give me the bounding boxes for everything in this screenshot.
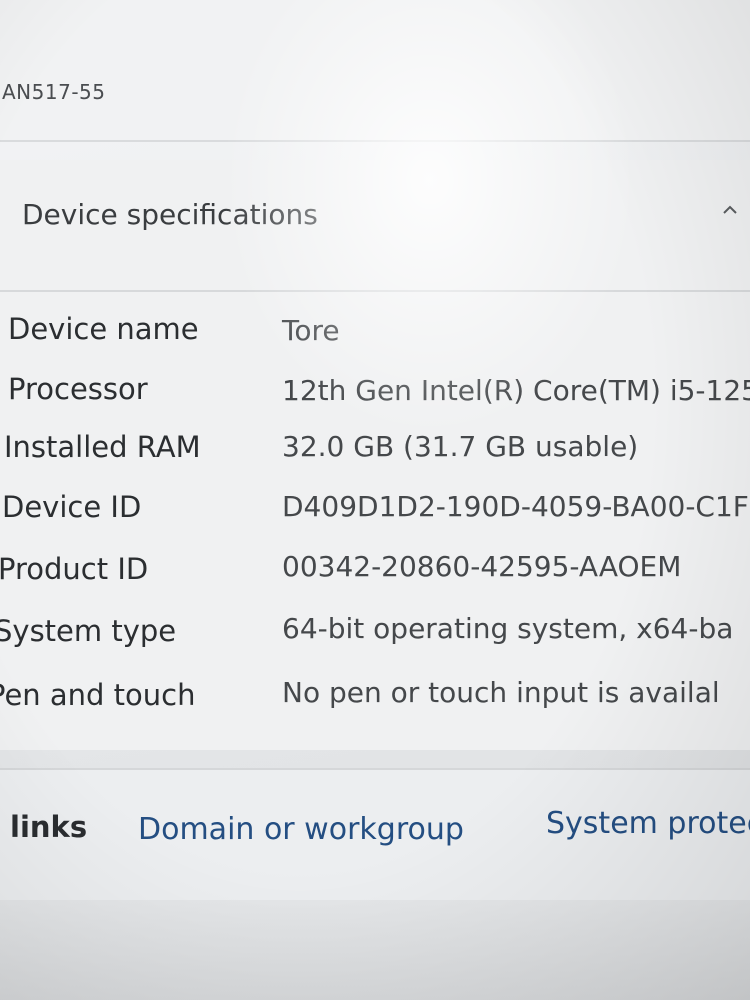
settings-window: AN517-55 Device specifications Device na… — [0, 0, 750, 1000]
related-links-label: links — [10, 810, 88, 844]
chevron-up-icon[interactable] — [720, 200, 740, 220]
spec-label-processor: Processor — [8, 372, 148, 406]
spec-label-installed-ram: Installed RAM — [4, 430, 201, 464]
spec-label-product-id: Product ID — [0, 552, 149, 586]
spec-value-device-name: Tore — [282, 314, 340, 347]
spec-label-device-name: Device name — [8, 312, 199, 346]
lower-content-area — [0, 900, 750, 1000]
spec-value-pen-and-touch: No pen or touch input is availal — [282, 676, 720, 709]
spec-value-product-id: 00342-20860-42595-AAOEM — [282, 550, 682, 583]
device-specifications-title[interactable]: Device specifications — [22, 198, 318, 231]
section-divider — [0, 290, 750, 292]
system-protection-link[interactable]: System protec — [546, 806, 750, 841]
device-model-header — [0, 0, 750, 142]
spec-value-device-id: D409D1D2-190D-4059-BA00-C1F — [282, 490, 749, 523]
device-model-name: AN517-55 — [2, 80, 106, 104]
spec-value-processor: 12th Gen Intel(R) Core(TM) i5-125 — [282, 374, 750, 407]
spec-value-installed-ram: 32.0 GB (31.7 GB usable) — [282, 430, 639, 463]
spec-value-system-type: 64-bit operating system, x64-ba — [282, 612, 734, 645]
spec-label-system-type: System type — [0, 614, 177, 648]
domain-or-workgroup-link[interactable]: Domain or workgroup — [138, 812, 464, 847]
spec-label-pen-and-touch: Pen and touch — [0, 678, 196, 712]
spec-label-device-id: Device ID — [2, 490, 142, 524]
